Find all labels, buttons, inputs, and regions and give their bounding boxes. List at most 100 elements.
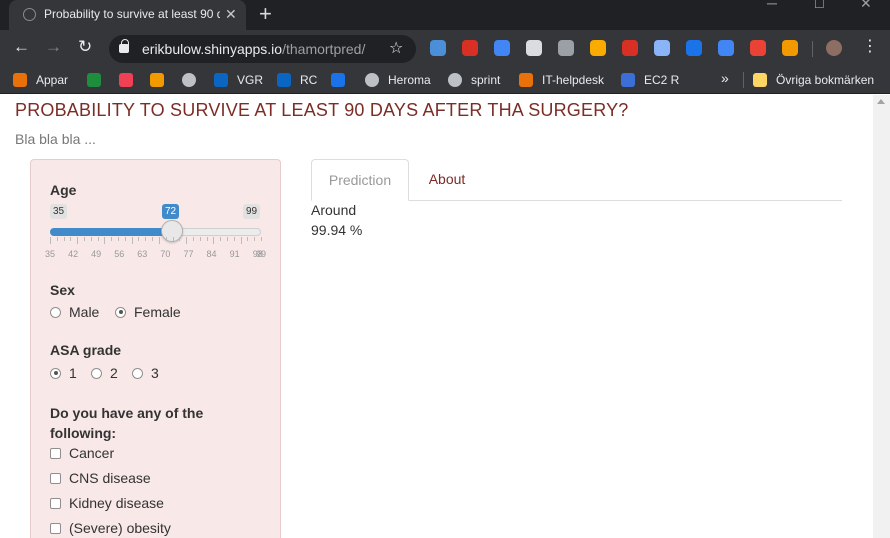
slider-grid-label: 77	[183, 249, 194, 259]
owl-ext-icon[interactable]	[782, 40, 798, 56]
radio-label: 1	[69, 365, 77, 381]
slider-tick	[220, 237, 222, 241]
bookmark-star-icon[interactable]: ☆	[389, 38, 403, 58]
radio-icon[interactable]	[91, 367, 102, 379]
bookmarks-bar: Appar VGR RC Heroma sprint IT-helpdesk EC2 R Öv…	[0, 66, 890, 94]
close-icon[interactable]: ✕	[225, 5, 237, 23]
bookmark-vgr[interactable]: VGR	[214, 72, 263, 88]
bookmark-ec2-r[interactable]: EC2 R	[621, 72, 679, 88]
slider-tick	[226, 237, 228, 241]
bookmark-label: Appar	[36, 73, 69, 87]
bookmark--vriga-bokm-rken[interactable]: Övriga bokmärken	[753, 72, 874, 88]
page-subtitle: Bla bla bla ...	[15, 131, 96, 147]
condition-checkbox-cancer[interactable]: Cancer	[50, 445, 114, 461]
slider-tick	[131, 237, 133, 244]
bookmark-pocket-icon[interactable]	[119, 72, 142, 88]
pocket-ext-icon[interactable]	[558, 40, 574, 56]
compass-ext-icon[interactable]	[430, 40, 446, 56]
radio-label: Male	[69, 304, 100, 320]
checkbox-icon[interactable]	[50, 447, 61, 459]
slider-grid-label: 99	[255, 249, 267, 259]
radio-label: 3	[151, 365, 159, 381]
slider-tick	[233, 237, 235, 241]
sex-radio-male[interactable]: Male	[50, 304, 99, 320]
bookmark-sharepoint-icon[interactable]	[331, 72, 354, 88]
book-ext-icon[interactable]	[718, 40, 734, 56]
tab-prediction[interactable]: Prediction	[311, 159, 409, 201]
m-ext-icon[interactable]	[750, 40, 766, 56]
avatar-icon[interactable]	[826, 40, 842, 56]
slider-tick	[192, 237, 194, 241]
page-content: PROBABILITY TO SURVIVE AT LEAST 90 DAYS …	[0, 95, 873, 538]
asa-radio-1[interactable]: 1	[50, 365, 77, 381]
maximize-icon[interactable]: ☐	[814, 0, 825, 11]
checkbox-label: Kidney disease	[69, 495, 164, 511]
slider-tick	[152, 237, 154, 241]
page-scrollbar[interactable]	[873, 95, 890, 538]
slider-tick	[247, 237, 249, 241]
radio-icon[interactable]	[115, 306, 126, 318]
condition-checkbox-cns-disease[interactable]: CNS disease	[50, 470, 151, 486]
scroll-up-arrow-icon[interactable]	[877, 99, 885, 104]
checkbox-icon[interactable]	[50, 472, 61, 484]
condition-checkbox-kidney-disease[interactable]: Kidney disease	[50, 495, 164, 511]
pocket-icon	[119, 73, 133, 87]
dots-ext-icon[interactable]	[590, 40, 606, 56]
slider-tick	[172, 237, 174, 241]
outlook-icon	[277, 73, 291, 87]
forward-arrow-icon[interactable]: →	[45, 37, 62, 57]
slider-grid-label: 56	[114, 249, 125, 259]
shape-ext-icon[interactable]	[494, 40, 510, 56]
checkbox-label: Cancer	[69, 445, 115, 461]
radio-icon[interactable]	[50, 367, 61, 379]
ring-ext-icon[interactable]	[654, 40, 670, 56]
toolbar-divider	[812, 41, 813, 57]
bookmark-gear-bookmark-icon[interactable]	[150, 72, 173, 88]
bookmark-it-helpdesk[interactable]: IT-helpdesk	[519, 72, 604, 88]
bookmark-rc[interactable]: RC	[277, 72, 317, 88]
url-text[interactable]: erikbulow.shinyapps.io/thamortpred/	[142, 41, 365, 57]
bookmark-globe-icon[interactable]	[182, 72, 205, 88]
tab-about[interactable]: About	[412, 159, 482, 201]
bookmark-heroma[interactable]: Heroma	[365, 72, 431, 88]
asa-label: ASA grade	[50, 342, 122, 358]
globe-icon	[365, 73, 379, 87]
slider-min-label: 35	[50, 204, 68, 219]
bookmark-bookmark-diamond-icon[interactable]	[87, 72, 110, 88]
window-close-icon[interactable]: ✕	[860, 0, 872, 12]
input-sidebar: Age 35 99 72 35 42 49 56 63 70 77 84 91 98 99 Sex …	[30, 159, 281, 538]
slider-grid-label: 42	[68, 249, 79, 259]
prediction-value: 99.94 %	[311, 222, 363, 238]
new-tab-button[interactable]: +	[259, 2, 272, 26]
slider-tick	[165, 237, 167, 241]
bookmarks-divider	[743, 72, 744, 88]
asa-radio-2[interactable]: 2	[91, 365, 118, 381]
radio-icon[interactable]	[50, 306, 61, 318]
slider-tick	[111, 237, 113, 241]
bookmark-appar[interactable]: Appar	[13, 72, 68, 88]
barcode-ext-icon[interactable]	[526, 40, 542, 56]
window-ext-icon[interactable]	[686, 40, 702, 56]
browser-tab[interactable]: Probability to survive at least 90 days …	[9, 0, 246, 30]
sex-radio-female[interactable]: Female	[115, 304, 181, 320]
hand-ext-icon[interactable]	[462, 40, 478, 56]
checkbox-icon[interactable]	[50, 497, 61, 509]
bookmark-sprint[interactable]: sprint	[448, 72, 500, 88]
address-bar[interactable]: erikbulow.shinyapps.io/thamortpred/ ☆	[109, 35, 416, 63]
checkbox-icon[interactable]	[50, 522, 61, 534]
slider-tick	[179, 237, 181, 241]
asa-radio-3[interactable]: 3	[132, 365, 159, 381]
conditions-label: Do you have any of the following:	[50, 405, 204, 441]
condition-checkbox-severe-obesity[interactable]: (Severe) obesity	[50, 520, 171, 536]
stop-ext-icon[interactable]	[622, 40, 638, 56]
slider-tick	[240, 237, 242, 244]
reload-icon[interactable]: ↻	[78, 37, 92, 57]
radio-icon[interactable]	[132, 367, 143, 379]
minimize-icon[interactable]: ─	[767, 0, 777, 11]
menu-dots-icon[interactable]: ⋮	[862, 38, 878, 56]
back-arrow-icon[interactable]: ←	[13, 37, 30, 57]
checkbox-label: (Severe) obesity	[69, 520, 171, 536]
page-title: PROBABILITY TO SURVIVE AT LEAST 90 DAYS …	[15, 100, 629, 120]
helpdesk-icon	[519, 73, 533, 87]
bookmarks-overflow-icon[interactable]: »	[721, 70, 729, 86]
